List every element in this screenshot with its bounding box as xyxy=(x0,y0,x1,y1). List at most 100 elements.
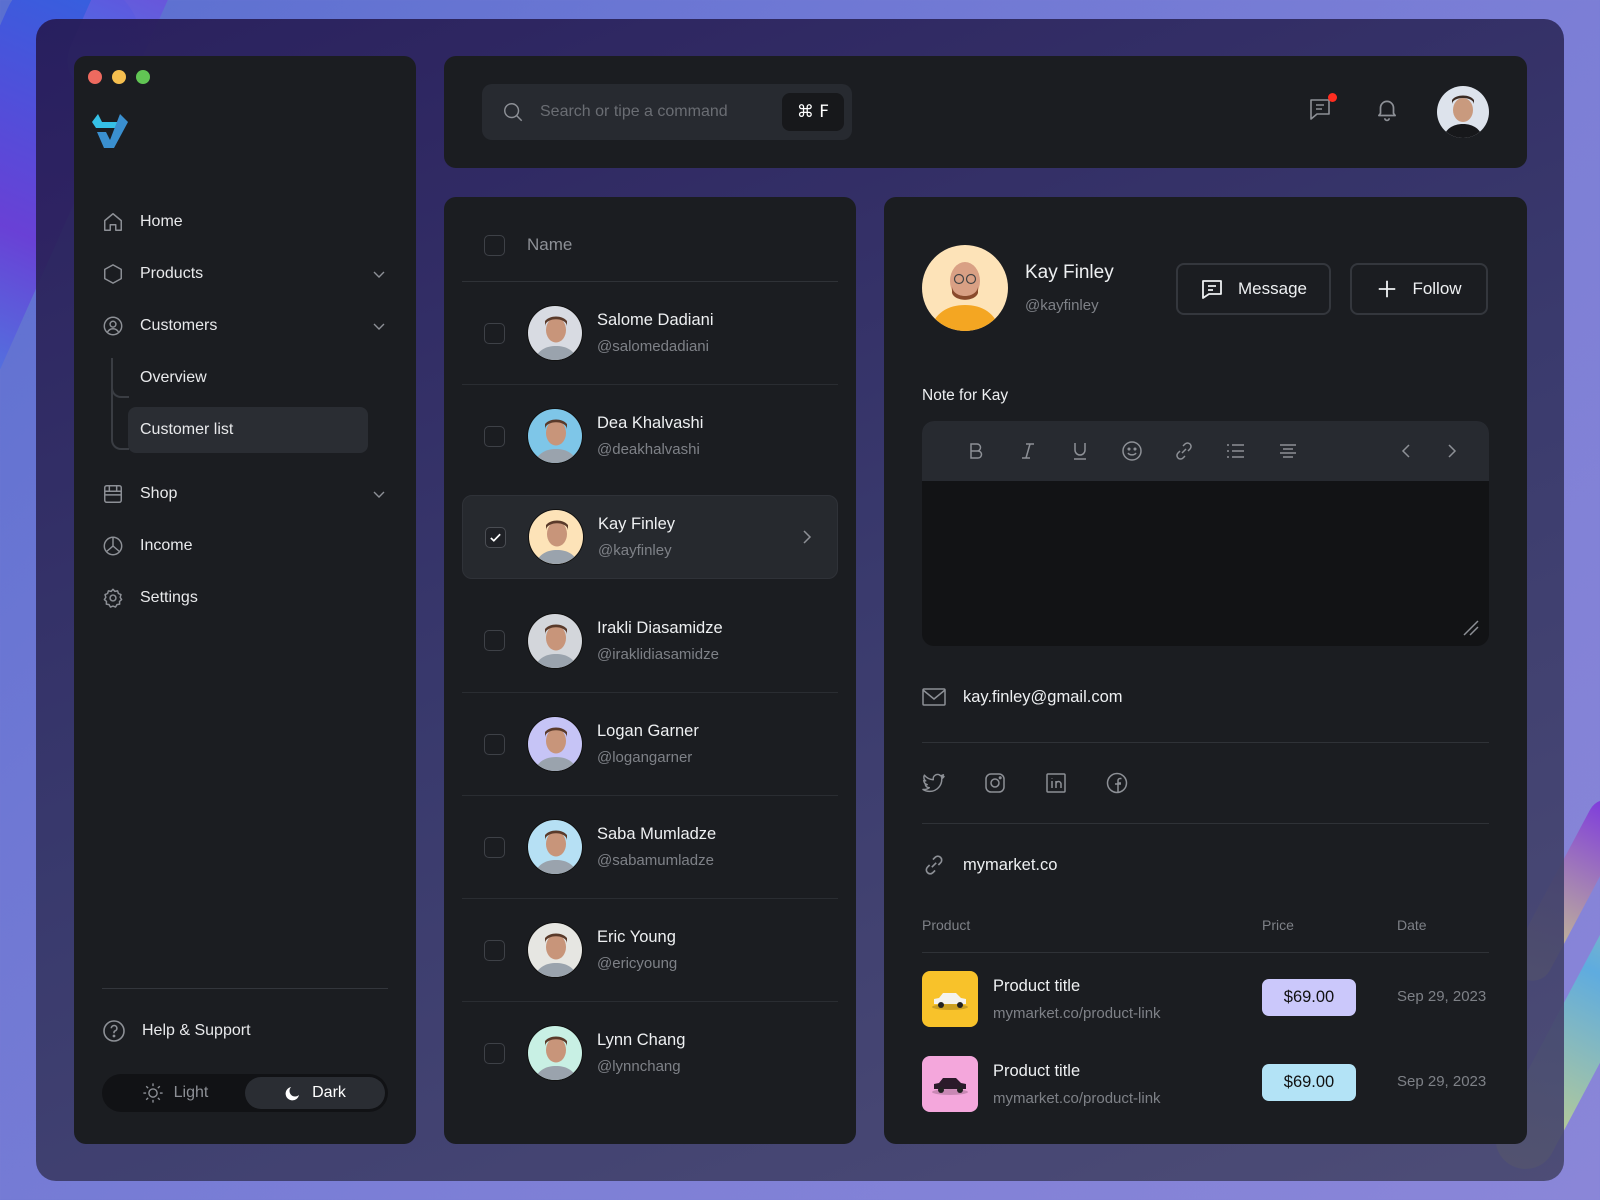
maximize-window-button[interactable] xyxy=(136,70,150,84)
plus-icon xyxy=(1379,280,1396,298)
customer-name: Irakli Diasamidze xyxy=(597,618,723,637)
row-checkbox[interactable] xyxy=(484,630,505,651)
sidebar-item-shop[interactable]: Shop xyxy=(102,468,392,520)
sidebar-item-label: Shop xyxy=(140,485,178,502)
pie-chart-icon xyxy=(102,535,124,557)
align-center-button[interactable] xyxy=(1262,431,1314,471)
chevron-down-icon[interactable] xyxy=(372,319,386,333)
check-icon xyxy=(490,533,501,542)
chevron-down-icon[interactable] xyxy=(372,267,386,281)
list-header: Name xyxy=(484,225,572,265)
avatar-image xyxy=(922,245,1008,331)
note-textarea[interactable] xyxy=(922,481,1489,646)
emoji-button[interactable] xyxy=(1106,431,1158,471)
sidebar-item-home[interactable]: Home xyxy=(102,196,392,248)
row-checkbox[interactable] xyxy=(484,836,505,858)
sidebar-item-customers[interactable]: Customers xyxy=(102,300,392,352)
sidebar-subitem-overview[interactable]: Overview xyxy=(102,352,392,404)
italic-button[interactable] xyxy=(1002,431,1054,471)
customer-avatar xyxy=(527,408,583,464)
customer-row[interactable]: Kay Finley @kayfinley xyxy=(462,495,838,579)
product-link[interactable]: mymarket.co/product-link xyxy=(993,1005,1161,1022)
notifications-button[interactable] xyxy=(1372,94,1402,124)
follow-button[interactable]: Follow xyxy=(1350,263,1488,315)
purchase-date: Sep 29, 2023 xyxy=(1397,988,1487,1005)
top-bar: ⌘ F xyxy=(444,56,1527,168)
sidebar-subitem-customer-list[interactable]: Customer list xyxy=(128,407,368,453)
column-header-name: Name xyxy=(527,235,573,254)
twitter-icon[interactable] xyxy=(922,771,946,795)
user-avatar[interactable] xyxy=(1437,86,1489,138)
minimize-window-button[interactable] xyxy=(112,70,126,84)
resize-handle-icon[interactable] xyxy=(1461,618,1479,636)
chevron-down-icon[interactable] xyxy=(372,487,386,501)
sidebar-item-products[interactable]: Products xyxy=(102,248,392,300)
product-title[interactable]: Product title xyxy=(993,977,1080,996)
column-header-price: Price xyxy=(1262,917,1294,933)
customer-handle: @logangarner xyxy=(597,749,693,766)
facebook-icon[interactable] xyxy=(1105,771,1129,795)
customer-name: Kay Finley xyxy=(598,515,676,533)
bullet-list-icon xyxy=(1227,444,1244,458)
purchase-row: Product title mymarket.co/product-link $… xyxy=(922,971,1489,1031)
product-title[interactable]: Product title xyxy=(993,1062,1080,1081)
customer-row[interactable]: Salome Dadiani @salomedadiani xyxy=(462,281,838,384)
customer-row[interactable]: Logan Garner @logangarner xyxy=(462,692,838,795)
customer-row[interactable]: Irakli Diasamidze @iraklidiasamidze xyxy=(462,589,838,692)
avatar-image xyxy=(528,1026,582,1080)
instagram-icon[interactable] xyxy=(983,771,1007,795)
underline-button[interactable] xyxy=(1054,431,1106,471)
avatar-image xyxy=(528,613,582,668)
customer-row[interactable]: Saba Mumladze @sabamumladze xyxy=(462,795,838,898)
close-window-button[interactable] xyxy=(88,70,102,84)
product-link[interactable]: mymarket.co/product-link xyxy=(993,1090,1161,1107)
customer-handle: @deakhalvashi xyxy=(597,441,700,458)
undo-button[interactable] xyxy=(1387,431,1427,471)
note-editor xyxy=(922,421,1489,646)
search-input[interactable] xyxy=(540,103,770,121)
theme-light-label: Light xyxy=(173,1084,209,1101)
row-checkbox[interactable] xyxy=(484,322,505,344)
sidebar-item-income[interactable]: Income xyxy=(102,520,392,572)
theme-light-option[interactable]: Light xyxy=(105,1077,245,1109)
profile-avatar xyxy=(922,245,1008,331)
customer-detail: Kay Finley @kayfinley Message Follow Not… xyxy=(884,197,1527,1144)
purchase-date: Sep 29, 2023 xyxy=(1397,1073,1487,1090)
row-checkbox[interactable] xyxy=(485,526,506,548)
help-label: Help & Support xyxy=(142,1022,251,1039)
row-checkbox[interactable] xyxy=(484,1042,505,1064)
customer-row[interactable]: Eric Young @ericyoung xyxy=(462,898,838,1001)
profile-name: Kay Finley xyxy=(1025,262,1114,283)
help-support-link[interactable]: Help & Support xyxy=(102,1016,251,1046)
row-checkbox[interactable] xyxy=(484,939,505,961)
email-link[interactable]: kay.finley@gmail.com xyxy=(963,688,1123,707)
customer-row[interactable]: Dea Khalvashi @deakhalvashi xyxy=(462,384,838,487)
divider xyxy=(922,952,1489,953)
window-controls xyxy=(88,70,150,84)
website-link[interactable]: mymarket.co xyxy=(963,856,1057,875)
redo-button[interactable] xyxy=(1431,431,1471,471)
customer-handle: @lynnchang xyxy=(597,1058,681,1075)
link-button[interactable] xyxy=(1158,431,1210,471)
avatar-image xyxy=(528,820,582,874)
row-checkbox[interactable] xyxy=(484,425,505,447)
sidebar-item-settings[interactable]: Settings xyxy=(102,572,392,624)
theme-dark-option[interactable]: Dark xyxy=(245,1077,385,1109)
note-label: Note for Kay xyxy=(922,387,1009,404)
mail-icon xyxy=(922,688,946,706)
customer-avatar xyxy=(527,1025,583,1081)
avatar-image xyxy=(1437,86,1489,138)
bold-button[interactable] xyxy=(950,431,1002,471)
sidebar-item-label: Products xyxy=(140,265,204,282)
customer-avatar xyxy=(527,922,583,978)
select-all-checkbox[interactable] xyxy=(484,234,505,256)
customer-list: Name Salome Dadiani @salomedadiani Dea K… xyxy=(444,197,856,1144)
sun-icon xyxy=(143,1083,163,1103)
app-logo-icon[interactable] xyxy=(90,114,130,150)
linkedin-icon[interactable] xyxy=(1044,771,1068,795)
message-button[interactable]: Message xyxy=(1176,263,1331,315)
messages-button[interactable] xyxy=(1306,93,1337,124)
customer-row[interactable]: Lynn Chang @lynnchang xyxy=(462,1001,838,1104)
bullet-list-button[interactable] xyxy=(1210,431,1262,471)
row-checkbox[interactable] xyxy=(484,733,505,755)
